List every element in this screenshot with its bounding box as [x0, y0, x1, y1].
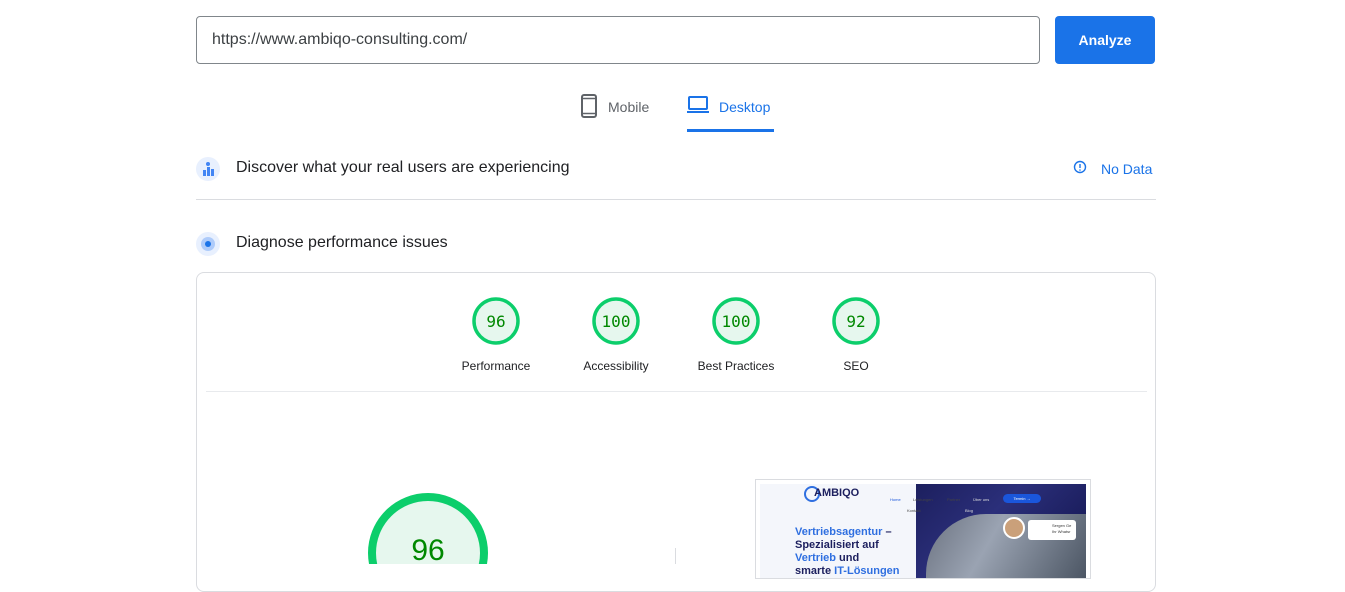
- section-divider: [196, 199, 1156, 200]
- url-input[interactable]: [196, 16, 1040, 64]
- no-data-link[interactable]: No Data: [1073, 160, 1152, 177]
- laptop-icon: [687, 94, 709, 114]
- performance-label: Performance: [461, 359, 531, 373]
- best-practices-gauge[interactable]: 100: [712, 297, 760, 350]
- accessibility-score: 100: [602, 312, 631, 331]
- seo-gauge[interactable]: 92: [832, 297, 880, 350]
- performance-gauge[interactable]: 96: [472, 297, 520, 350]
- analyze-button[interactable]: Analyze: [1055, 16, 1155, 64]
- target-icon: [196, 232, 220, 261]
- screenshot-headline: Vertriebsagentur – Spezialisiert auf Ver…: [795, 526, 900, 577]
- screenshot-avatar: [1003, 517, 1025, 539]
- screenshot-logo: AMBIQO: [814, 487, 860, 499]
- seo-label: SEO: [843, 359, 869, 373]
- best-practices-label: Best Practices: [697, 359, 775, 373]
- screenshot-nav-leistungen: Leistungen: [913, 497, 933, 502]
- screenshot-nav-blog: Blog: [965, 508, 974, 513]
- no-data-label: No Data: [1101, 160, 1153, 177]
- tab-desktop-label: Desktop: [719, 99, 771, 115]
- performance-score: 96: [486, 312, 505, 331]
- card-divider: [206, 391, 1147, 392]
- tab-mobile[interactable]: Mobile: [580, 94, 649, 132]
- main-performance-gauge: 96: [366, 491, 490, 564]
- lab-data-title: Diagnose performance issues: [236, 234, 448, 251]
- seo-score: 92: [846, 312, 865, 331]
- smartphone-icon: [580, 94, 598, 118]
- screenshot-badge: Sergen Ge Ihr Whatsr: [1028, 520, 1076, 540]
- vertical-divider: [675, 548, 676, 564]
- tab-mobile-label: Mobile: [608, 99, 650, 115]
- accessibility-label: Accessibility: [583, 359, 649, 373]
- screenshot-nav-home: Home: [890, 497, 901, 502]
- screenshot-nav-kontakt: Kontakt: [907, 508, 921, 513]
- tab-desktop[interactable]: Desktop: [687, 94, 774, 132]
- info-icon: [1073, 160, 1087, 177]
- page-screenshot: AMBIQO Home Leistungen Partner Über uns …: [755, 479, 1091, 579]
- accessibility-gauge[interactable]: 100: [592, 297, 640, 350]
- field-data-title: Discover what your real users are experi…: [236, 159, 570, 176]
- users-chart-icon: [196, 157, 220, 186]
- screenshot-cta: Termin →: [1003, 494, 1041, 503]
- main-performance-score: 96: [411, 534, 444, 564]
- screenshot-nav-partner: Partner: [947, 497, 961, 502]
- screenshot-nav-ueber-uns: Über uns: [973, 497, 990, 502]
- best-practices-score: 100: [722, 312, 751, 331]
